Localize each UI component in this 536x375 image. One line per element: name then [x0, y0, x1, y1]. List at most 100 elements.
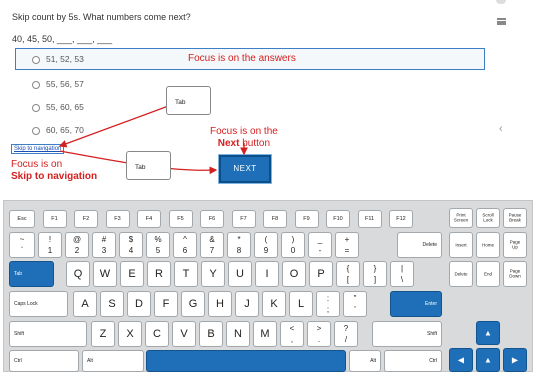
key-f8[interactable]: F8 [263, 210, 287, 228]
key-6[interactable]: ^ 6 [173, 232, 197, 258]
quiz-panel: Skip count by 5s. What numbers come next… [0, 0, 536, 191]
key-page-down[interactable]: Page Down [503, 261, 527, 287]
key-f9[interactable]: F9 [294, 210, 319, 228]
key-f4[interactable]: F4 [137, 210, 161, 228]
tab-key-callout-1: Tab [166, 86, 211, 115]
key-f[interactable]: F [154, 291, 178, 317]
key-8[interactable]: * 8 [227, 232, 251, 258]
key-ctrl-right[interactable]: Ctrl [384, 350, 442, 372]
key-r[interactable]: R [147, 261, 171, 287]
tab-key-label: Tab [135, 164, 146, 171]
key-m[interactable]: M [253, 321, 277, 347]
key-alt-left[interactable]: Alt [82, 350, 144, 372]
key-arrow-right[interactable]: ▶ [503, 348, 527, 372]
key-h[interactable]: H [208, 291, 232, 317]
key-l[interactable]: L [289, 291, 313, 317]
key-v[interactable]: V [172, 321, 196, 347]
key-sym[interactable]: " ' [343, 291, 367, 317]
key-a[interactable]: A [73, 291, 97, 317]
key-shift-left[interactable]: Shift [9, 321, 87, 347]
key-sym[interactable]: | \ [390, 261, 414, 287]
onscreen-keyboard: Esc F1 F2 F3 F4 F5 F6 F7 F8 F9 F10 F11 F12 Print Scre… [3, 200, 533, 372]
arrow-left-icon: ◀ [457, 355, 465, 365]
tab-key-callout-2: Tab [126, 151, 171, 180]
key-x[interactable]: X [118, 321, 142, 347]
key-scroll-lock[interactable]: Scroll Lock [476, 208, 500, 228]
key-f10[interactable]: F10 [326, 210, 350, 228]
key-sym[interactable]: + = [335, 232, 359, 258]
key-f2[interactable]: F2 [74, 210, 98, 228]
key-0[interactable]: ) 0 [281, 232, 305, 258]
key-f12[interactable]: F12 [389, 210, 413, 228]
key-f6[interactable]: F6 [200, 210, 224, 228]
key-arrow-left[interactable]: ◀ [449, 348, 473, 372]
key-c[interactable]: C [145, 321, 169, 347]
key-t[interactable]: T [174, 261, 198, 287]
key-1[interactable]: ! 1 [38, 232, 62, 258]
key-i[interactable]: I [255, 261, 279, 287]
key-g[interactable]: G [181, 291, 205, 317]
key-space[interactable] [146, 350, 346, 372]
key-sym[interactable]: }] [363, 261, 387, 287]
key-w[interactable]: W [93, 261, 117, 287]
key-sym[interactable]: {[ [336, 261, 360, 287]
key-end[interactable]: End [476, 261, 500, 287]
key-sym[interactable]: >. [307, 321, 331, 347]
key-sym[interactable]: ? / [334, 321, 358, 347]
key-j[interactable]: J [235, 291, 259, 317]
key-sym[interactable]: <, [280, 321, 304, 347]
callout-focus-skip: Focus is on Skip to navigation [11, 159, 97, 182]
key-f11[interactable]: F11 [357, 210, 382, 228]
key-4[interactable]: $4 [119, 232, 143, 258]
key-arrow-down[interactable]: ▲ [476, 348, 500, 372]
key-caps-lock[interactable]: Caps Lock [9, 291, 68, 317]
key-q[interactable]: Q [66, 261, 90, 287]
callout-focus-answers: Focus is on the answers [188, 53, 296, 64]
key-alt-right[interactable]: Alt [349, 350, 381, 372]
key-9[interactable]: (9 [254, 232, 278, 258]
key-s[interactable]: S [100, 291, 124, 317]
key-o[interactable]: O [282, 261, 306, 287]
key-7[interactable]: & 7 [200, 232, 224, 258]
key-n[interactable]: N [226, 321, 250, 347]
key-pause-break[interactable]: Pause Break [503, 208, 527, 228]
key-p[interactable]: P [309, 261, 333, 287]
key-home[interactable]: Home [476, 232, 500, 258]
key-insert[interactable]: Insert [449, 232, 473, 258]
key-arrow-up[interactable]: ▲ [476, 321, 500, 345]
key-tab[interactable]: Tab [9, 261, 54, 287]
key-y[interactable]: Y [201, 261, 225, 287]
key-ctrl-left[interactable]: Ctrl [9, 350, 79, 372]
key-3[interactable]: #3 [92, 232, 116, 258]
key-f5[interactable]: F5 [168, 210, 193, 228]
key-page-up[interactable]: Page Up [503, 232, 527, 258]
arrow-up-icon: ▲ [484, 328, 492, 338]
key-esc[interactable]: Esc [9, 210, 35, 228]
callout-line: Skip to navigation [11, 171, 97, 183]
key-d[interactable]: D [127, 291, 151, 317]
key-f3[interactable]: F3 [105, 210, 130, 228]
key-delete[interactable]: Delete [449, 261, 473, 287]
key-k[interactable]: K [262, 291, 286, 317]
key-delete[interactable]: Delete [397, 232, 442, 258]
key-u[interactable]: U [228, 261, 252, 287]
key-sym[interactable]: _ - [308, 232, 332, 258]
key-b[interactable]: B [199, 321, 223, 347]
key-sym[interactable]: ~ ` [9, 232, 35, 258]
callout-suffix: button [239, 137, 271, 149]
key-sym[interactable]: :; [316, 291, 340, 317]
key-shift-right[interactable]: Shift [372, 321, 442, 347]
callout-line: Next button [210, 138, 278, 150]
key-enter[interactable]: Enter [390, 291, 442, 317]
key-f1[interactable]: F1 [42, 210, 67, 228]
key-5[interactable]: % 5 [146, 232, 170, 258]
key-e[interactable]: E [120, 261, 144, 287]
callout-bold: Skip to navigation [11, 170, 98, 182]
key-z[interactable]: Z [91, 321, 115, 347]
key-2[interactable]: @2 [65, 232, 89, 258]
callout-bold: Next [217, 137, 240, 149]
key-print-screen[interactable]: Print Screen [449, 208, 473, 228]
tab-key-label: Tab [175, 99, 186, 106]
callout-line: Focus is on the [210, 126, 278, 137]
key-f7[interactable]: F7 [231, 210, 256, 228]
